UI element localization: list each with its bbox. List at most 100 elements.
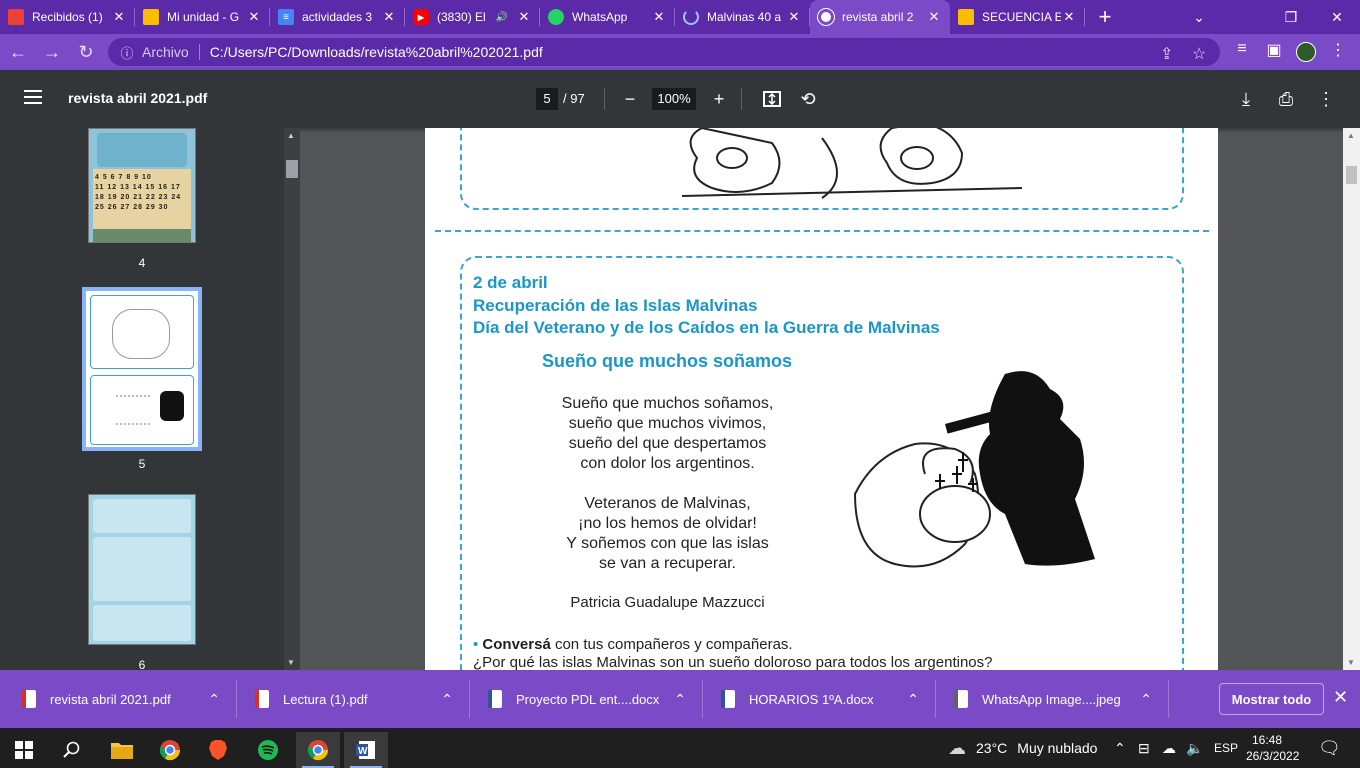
thumbnail-page-4[interactable]: 4 5 6 7 8 9 10 11 12 13 14 15 16 17 18 19 … bbox=[88, 128, 196, 243]
bullet-icon: • bbox=[473, 636, 483, 653]
close-tab-icon[interactable]: ✕ bbox=[246, 9, 262, 25]
tab-search-button[interactable]: ⌄ bbox=[1176, 0, 1222, 34]
sidebar-scroll-thumb[interactable] bbox=[286, 160, 298, 178]
share-icon[interactable]: ⇪ bbox=[1160, 44, 1173, 64]
pdf-file-icon bbox=[22, 690, 36, 708]
download-item[interactable]: HORARIOS 1ºA.docx ⌃ bbox=[721, 670, 919, 728]
download-divider bbox=[935, 680, 936, 718]
clock-time: 16:48 bbox=[1251, 733, 1283, 747]
pdf-toolbar: revista abril 2021.pdf 5 / 97 − 100% + ⟲… bbox=[0, 70, 1360, 128]
forward-button[interactable]: → bbox=[36, 36, 68, 68]
download-item[interactable]: Proyecto PDL ent....docx ⌃ bbox=[488, 670, 686, 728]
back-button[interactable]: ← bbox=[2, 36, 34, 68]
info-icon[interactable]: ⓘ bbox=[116, 41, 138, 63]
close-tab-icon[interactable]: ✕ bbox=[381, 9, 397, 25]
browser-tab[interactable]: ≡ actividades 3 ✕ bbox=[270, 0, 405, 34]
bookmark-star-icon[interactable]: ☆ bbox=[1192, 44, 1206, 64]
drive-icon bbox=[958, 9, 974, 25]
reload-button[interactable]: ↻ bbox=[70, 36, 102, 68]
notifications-icon[interactable]: 🗨 bbox=[1318, 728, 1341, 768]
speaker-icon[interactable]: 🔊 bbox=[496, 12, 508, 23]
word-icon[interactable]: W bbox=[344, 732, 388, 768]
rotate-icon[interactable]: ⟲ bbox=[796, 87, 820, 111]
thumbnail-page-6[interactable] bbox=[88, 494, 196, 645]
header-veterans-day: Día del Veterano y de los Caídos en la G… bbox=[473, 318, 940, 337]
chevron-up-icon[interactable]: ⌃ bbox=[441, 691, 453, 708]
chrome-active-taskbar-icon[interactable] bbox=[296, 732, 340, 768]
sidebar-scrollbar[interactable] bbox=[284, 128, 300, 670]
show-hidden-icons[interactable]: ⌃ bbox=[1114, 728, 1126, 768]
scroll-down-icon[interactable]: ▼ bbox=[287, 658, 295, 667]
scroll-down-icon[interactable]: ▼ bbox=[1347, 658, 1355, 667]
chrome-page-icon bbox=[818, 9, 834, 25]
file-explorer-icon[interactable] bbox=[100, 732, 144, 768]
close-download-bar-icon[interactable]: ✕ bbox=[1333, 687, 1348, 708]
weather-widget[interactable]: ☁ 23°C Muy nublado bbox=[948, 728, 1097, 768]
print-icon[interactable]: ⎙ bbox=[1274, 87, 1298, 111]
document-scroll-thumb[interactable] bbox=[1346, 166, 1357, 184]
download-item[interactable]: revista abril 2021.pdf ⌃ bbox=[22, 670, 220, 728]
download-icon[interactable]: ⤓ bbox=[1234, 87, 1258, 111]
chevron-up-icon[interactable]: ⌃ bbox=[1140, 691, 1152, 708]
windows-start-icon[interactable] bbox=[2, 732, 46, 768]
browser-tab[interactable]: SECUENCIA E ✕ bbox=[950, 0, 1085, 34]
scroll-up-icon[interactable]: ▲ bbox=[1347, 131, 1355, 140]
close-tab-icon[interactable]: ✕ bbox=[1061, 9, 1077, 25]
close-tab-icon[interactable]: ✕ bbox=[111, 9, 127, 25]
document-scrollbar[interactable] bbox=[1343, 128, 1360, 670]
volume-icon[interactable]: 🔈 bbox=[1186, 728, 1203, 768]
new-tab-button[interactable]: + bbox=[1085, 0, 1125, 34]
thumbnail-page-5[interactable] bbox=[82, 287, 202, 451]
browser-tab[interactable]: Mi unidad - G ✕ bbox=[135, 0, 270, 34]
close-tab-icon[interactable]: ✕ bbox=[516, 9, 532, 25]
download-item[interactable]: Lectura (1).pdf ⌃ bbox=[255, 670, 453, 728]
profile-avatar[interactable] bbox=[1294, 42, 1318, 67]
browser-tab[interactable]: ▶ (3830) El 🔊 ✕ bbox=[405, 0, 540, 34]
question-instruction-text: con tus compañeros y compañeras. bbox=[550, 636, 793, 653]
close-window-button[interactable]: ✕ bbox=[1314, 0, 1360, 34]
chrome-taskbar-icon[interactable] bbox=[148, 732, 192, 768]
side-panel-icon[interactable]: ▣ bbox=[1262, 40, 1286, 60]
chevron-up-icon[interactable]: ⌃ bbox=[208, 691, 220, 708]
clock-date: 26/3/2022 bbox=[1246, 749, 1300, 763]
language-indicator[interactable]: ESP bbox=[1214, 728, 1238, 768]
close-tab-icon[interactable]: ✕ bbox=[926, 9, 942, 25]
download-item[interactable]: WhatsApp Image....jpeg ⌃ bbox=[954, 670, 1152, 728]
whatsapp-icon bbox=[548, 9, 564, 25]
browser-tab[interactable]: Malvinas 40 a ✕ bbox=[675, 0, 810, 34]
close-tab-icon[interactable]: ✕ bbox=[651, 9, 667, 25]
reading-list-icon[interactable]: ≡ bbox=[1230, 40, 1254, 58]
network-icon[interactable]: ⊟ bbox=[1138, 728, 1150, 768]
browser-tab[interactable]: WhatsApp ✕ bbox=[540, 0, 675, 34]
tab-title: revista abril 2 bbox=[842, 10, 914, 24]
zoom-input[interactable]: 100% bbox=[652, 88, 696, 110]
illustration-frame-top bbox=[460, 128, 1184, 210]
show-all-downloads-button[interactable]: Mostrar todo bbox=[1219, 683, 1324, 715]
question-instruction: • Conversá con tus compañeros y compañer… bbox=[473, 636, 793, 653]
system-clock[interactable]: 16:48 26/3/2022 bbox=[1246, 732, 1300, 764]
zoom-in-icon[interactable]: + bbox=[707, 87, 731, 111]
restore-window-button[interactable]: ❐ bbox=[1268, 0, 1314, 34]
chevron-up-icon[interactable]: ⌃ bbox=[907, 691, 919, 708]
scroll-up-icon[interactable]: ▲ bbox=[287, 131, 295, 140]
browser-tab[interactable]: Recibidos (1) ✕ bbox=[0, 0, 135, 34]
close-tab-icon[interactable]: ✕ bbox=[786, 9, 802, 25]
poem-line: con dolor los argentinos. bbox=[580, 455, 755, 472]
more-options-icon[interactable]: ⋮ bbox=[1314, 87, 1338, 111]
hamburger-menu-icon[interactable] bbox=[24, 90, 42, 104]
fit-page-icon[interactable] bbox=[760, 87, 784, 111]
omnibox[interactable]: ⓘ Archivo C:/Users/PC/Downloads/revista%… bbox=[108, 38, 1220, 66]
poem-author: Patricia Guadalupe Mazzucci bbox=[570, 594, 765, 611]
browser-tab[interactable]: revista abril 2 ✕ bbox=[810, 0, 950, 34]
onedrive-icon[interactable]: ☁ bbox=[1162, 728, 1176, 768]
chevron-up-icon[interactable]: ⌃ bbox=[674, 691, 686, 708]
search-icon[interactable] bbox=[50, 732, 94, 768]
chrome-menu-icon[interactable]: ⋮ bbox=[1326, 40, 1350, 60]
page-number-input[interactable]: 5 bbox=[536, 88, 558, 110]
zoom-out-icon[interactable]: − bbox=[618, 87, 642, 111]
url-text[interactable]: C:/Users/PC/Downloads/revista%20abril%20… bbox=[210, 44, 543, 60]
poem-title: Sueño que muchos soñamos bbox=[542, 351, 793, 371]
spotify-icon[interactable] bbox=[246, 732, 290, 768]
question-bold-verb: Conversá bbox=[482, 636, 551, 653]
brave-icon[interactable] bbox=[196, 732, 240, 768]
